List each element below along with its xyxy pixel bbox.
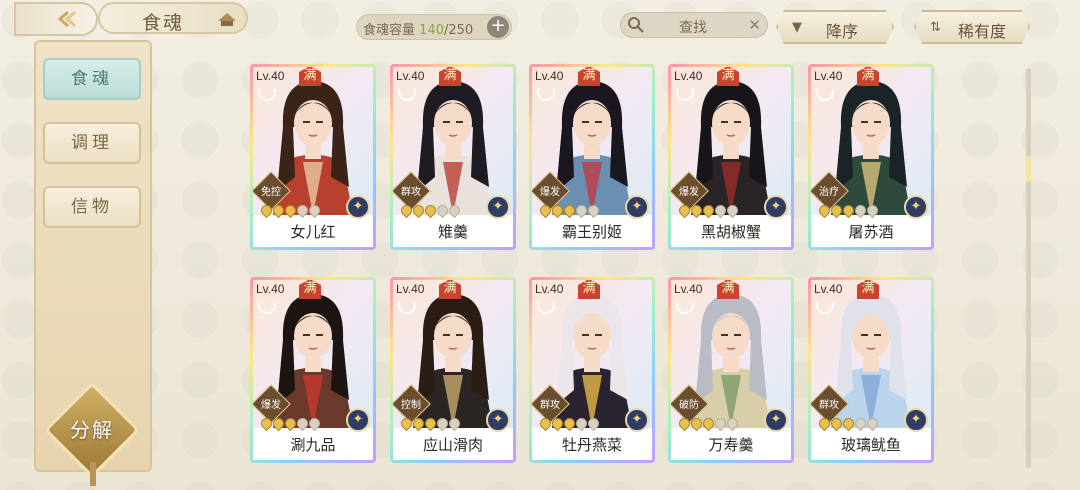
role-label: 控制: [401, 400, 421, 411]
element-icon: ✦: [764, 408, 788, 432]
sidebar-item-tokens[interactable]: 信物: [43, 186, 141, 228]
star-icon: [446, 202, 463, 219]
character-card[interactable]: Lv.40 满免控 ✦ 女儿红: [250, 64, 376, 250]
character-name: 牡丹燕菜: [532, 432, 652, 460]
star-rating: [537, 202, 602, 219]
role-label: 爆发: [540, 187, 560, 198]
level-label: Lv.40: [396, 69, 425, 83]
sort-rarity-button[interactable]: ⇅ 稀有度: [914, 10, 1030, 44]
character-card[interactable]: Lv.40 满爆发 ✦ 黑胡椒蟹: [668, 64, 794, 250]
star-rating: [816, 415, 881, 432]
star-icon: [446, 415, 463, 432]
chef-hat-icon: [218, 13, 236, 26]
character-name: 黑胡椒蟹: [671, 219, 791, 247]
character-card[interactable]: Lv.40 满群攻 ✦ 牡丹燕菜: [529, 277, 655, 463]
back-arrow-icon: [57, 10, 76, 28]
clear-search-icon[interactable]: ✕: [748, 16, 761, 34]
character-name: 雉羹: [393, 219, 513, 247]
character-name: 涮九品: [253, 432, 373, 460]
role-label: 群攻: [540, 400, 560, 411]
level-label: Lv.40: [396, 282, 425, 296]
star-icon: [864, 415, 881, 432]
character-name: 霸王别姬: [532, 219, 652, 247]
level-label: Lv.40: [674, 282, 703, 296]
star-icon: [306, 202, 323, 219]
page-title: 食魂: [142, 12, 185, 34]
star-rating: [676, 415, 741, 432]
level-label: Lv.40: [674, 69, 703, 83]
sidebar-item-conditioning[interactable]: 调理: [43, 122, 141, 164]
element-icon: ✦: [904, 408, 928, 432]
star-icon: [864, 202, 881, 219]
star-icon: [585, 415, 602, 432]
character-card[interactable]: Lv.40 满群攻 ✦ 雉羹: [390, 64, 516, 250]
role-label: 免控: [261, 187, 281, 198]
capacity-indicator: 食魂容量 140/250 +: [356, 14, 512, 40]
sort-descending-label: 降序: [826, 22, 859, 41]
star-rating: [398, 415, 463, 432]
level-label: Lv.40: [814, 69, 843, 83]
scrollbar-thumb[interactable]: [1026, 156, 1031, 182]
character-name: 万寿羹: [671, 432, 791, 460]
add-capacity-button[interactable]: +: [487, 16, 509, 38]
search-input[interactable]: 查找 ✕: [620, 12, 768, 38]
star-icon: [724, 202, 741, 219]
star-icon: [724, 415, 741, 432]
character-name: 屠苏酒: [811, 219, 931, 247]
star-rating: [398, 202, 463, 219]
sort-descending-button[interactable]: ▼ 降序: [776, 10, 894, 44]
sort-arrows-icon: ⇅: [930, 20, 941, 35]
star-rating: [258, 415, 323, 432]
role-label: 群攻: [401, 187, 421, 198]
level-label: Lv.40: [535, 69, 564, 83]
element-icon: ✦: [904, 195, 928, 219]
sidebar-item-food-soul[interactable]: 食魂: [43, 58, 141, 100]
element-icon: ✦: [486, 195, 510, 219]
star-icon: [306, 415, 323, 432]
character-card[interactable]: Lv.40 满爆发 ✦ 涮九品: [250, 277, 376, 463]
character-card[interactable]: Lv.40 满爆发 ✦ 霸王别姬: [529, 64, 655, 250]
level-label: Lv.40: [256, 69, 285, 83]
element-icon: ✦: [346, 195, 370, 219]
sort-rarity-label: 稀有度: [958, 22, 1007, 41]
decompose-label: 分解: [70, 418, 114, 442]
star-rating: [258, 202, 323, 219]
star-rating: [816, 202, 881, 219]
element-icon: ✦: [486, 408, 510, 432]
capacity-label: 食魂容量: [363, 23, 416, 38]
character-name: 女儿红: [253, 219, 373, 247]
capacity-total: /250: [443, 23, 474, 38]
search-icon: [628, 17, 644, 33]
star-rating: [676, 202, 741, 219]
character-card[interactable]: Lv.40 满破防 ✦ 万寿羹: [668, 277, 794, 463]
character-name: 玻璃鱿鱼: [811, 432, 931, 460]
role-label: 治疗: [819, 187, 839, 198]
role-label: 爆发: [261, 400, 281, 411]
character-name: 应山滑肉: [393, 432, 513, 460]
level-label: Lv.40: [535, 282, 564, 296]
element-icon: ✦: [625, 408, 649, 432]
triangle-down-icon: ▼: [792, 20, 802, 35]
element-icon: ✦: [625, 195, 649, 219]
scrollbar[interactable]: [1026, 68, 1031, 468]
character-card[interactable]: Lv.40 满群攻 ✦ 玻璃鱿鱼: [808, 277, 934, 463]
tassel-decoration: [90, 462, 96, 486]
element-icon: ✦: [764, 195, 788, 219]
character-card[interactable]: Lv.40 满控制 ✦ 应山滑肉: [390, 277, 516, 463]
star-icon: [585, 202, 602, 219]
page-title-tab: 食魂: [98, 2, 248, 34]
element-icon: ✦: [346, 408, 370, 432]
star-rating: [537, 415, 602, 432]
role-label: 群攻: [819, 400, 839, 411]
level-label: Lv.40: [814, 282, 843, 296]
capacity-current: 140: [419, 23, 444, 38]
role-label: 爆发: [679, 187, 699, 198]
back-button[interactable]: [14, 2, 98, 36]
role-label: 破防: [679, 400, 699, 411]
top-bar: 食魂 食魂容量 140/250 + 查找 ✕ ▼ 降序 ⇅ 稀有度: [0, 0, 1080, 48]
level-label: Lv.40: [256, 282, 285, 296]
search-placeholder: 查找: [679, 20, 707, 36]
character-card[interactable]: Lv.40 满治疗 ✦ 屠苏酒: [808, 64, 934, 250]
